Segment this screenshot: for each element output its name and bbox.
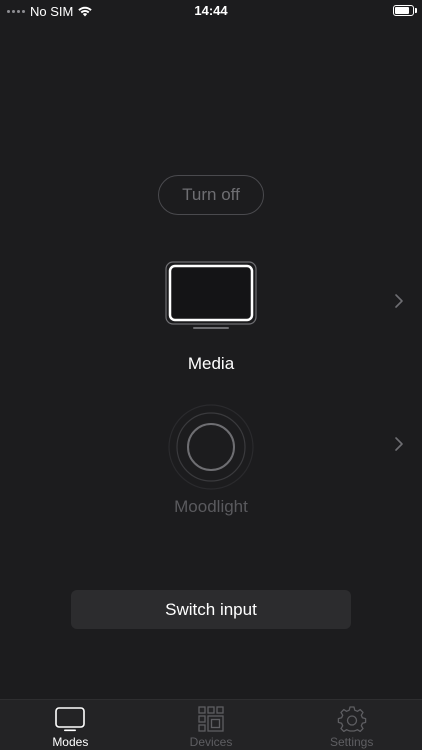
switch-input-button[interactable]: Switch input <box>71 590 351 629</box>
moodlight-icon[interactable] <box>167 403 255 491</box>
chevron-right-icon[interactable] <box>392 292 406 310</box>
status-time: 14:44 <box>194 3 228 18</box>
screen: No SIM 14:44 Turn off Media Moodlight Sw… <box>0 0 422 750</box>
gear-icon <box>337 706 366 732</box>
turn-off-button[interactable]: Turn off <box>158 175 264 215</box>
battery-level-fill <box>395 7 409 14</box>
chevron-right-icon[interactable] <box>392 435 406 453</box>
battery-tip <box>415 8 417 13</box>
mode-media-label[interactable]: Media <box>0 354 422 374</box>
tab-modes[interactable]: Modes <box>0 700 141 750</box>
tab-label: Settings <box>330 735 374 749</box>
tab-label: Modes <box>52 735 89 749</box>
tab-devices[interactable]: Devices <box>141 700 282 750</box>
tab-bar: Modes Devices Settings <box>0 699 422 750</box>
mode-moodlight-label[interactable]: Moodlight <box>0 497 422 517</box>
status-bar: No SIM 14:44 <box>0 0 422 22</box>
battery-icon <box>393 5 414 16</box>
tv-icon[interactable] <box>165 261 257 329</box>
tab-label: Devices <box>189 735 233 749</box>
tv-icon <box>55 707 86 732</box>
devices-grid-icon <box>198 706 224 732</box>
tab-settings[interactable]: Settings <box>281 700 422 750</box>
